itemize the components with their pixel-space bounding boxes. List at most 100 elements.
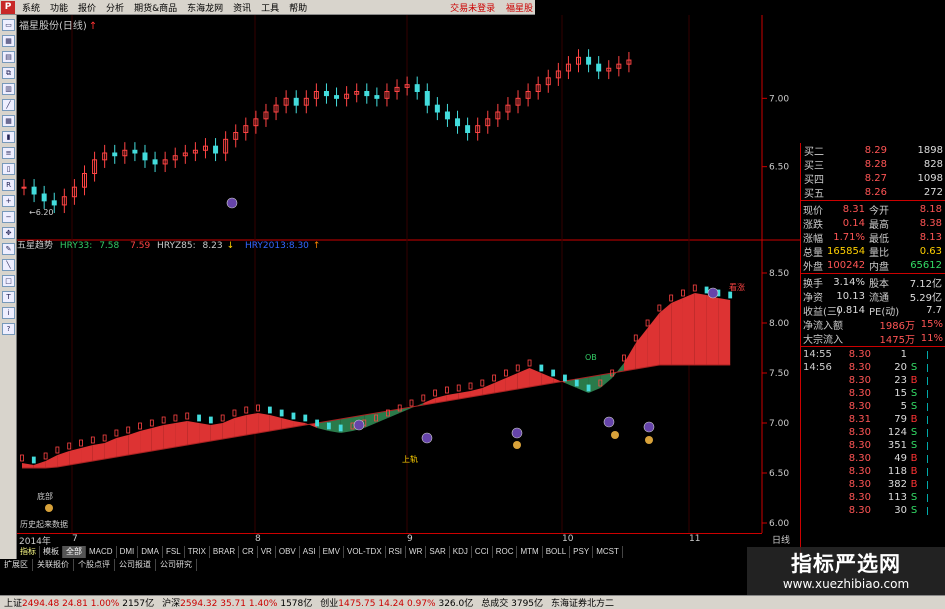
stat-row: 现价 8.31 今开 8.18 bbox=[801, 202, 945, 217]
table-icon[interactable]: ▦ bbox=[2, 115, 15, 127]
indicator-tab-0[interactable]: 指标 bbox=[17, 546, 40, 558]
indicator-tab-8[interactable]: BRAR bbox=[210, 546, 240, 558]
indicator-tab-23[interactable]: PSY bbox=[570, 546, 594, 558]
bottom-tab-0[interactable]: 扩展区 bbox=[0, 559, 33, 571]
menu-item-function[interactable]: 功能 bbox=[45, 1, 73, 14]
tick-side: S bbox=[910, 427, 918, 438]
window-icon[interactable]: ▭ bbox=[2, 19, 15, 31]
indicator-tab-13[interactable]: EMV bbox=[320, 546, 344, 558]
indicator-tab-15[interactable]: RSI bbox=[386, 546, 407, 558]
candle-body bbox=[444, 111, 450, 120]
flow-label: 净流入额 bbox=[803, 320, 843, 332]
indicator-candle bbox=[79, 439, 83, 447]
tick-volume: 351 bbox=[887, 440, 907, 451]
tick-row: 8.30 23 B bbox=[801, 374, 945, 387]
candle-icon[interactable]: ▯ bbox=[2, 163, 15, 175]
indicator-tab-11[interactable]: OBV bbox=[276, 546, 300, 558]
candle-body bbox=[414, 84, 420, 92]
pen-icon[interactable]: ✎ bbox=[2, 243, 15, 255]
flow-row: 净流入额 1986万 15% bbox=[801, 317, 945, 332]
layout-icon[interactable]: ▦ bbox=[2, 35, 15, 47]
menu-item-quote[interactable]: 报价 bbox=[73, 1, 101, 14]
tick-volume: 20 bbox=[894, 362, 907, 373]
bottom-tab-4[interactable]: 公司研究 bbox=[156, 559, 197, 571]
draw-icon[interactable]: ╲ bbox=[2, 259, 15, 271]
list-icon[interactable]: ≡ bbox=[2, 147, 15, 159]
line-icon[interactable]: ╱ bbox=[2, 99, 15, 111]
tick-bar bbox=[927, 467, 943, 476]
candle-body bbox=[596, 63, 602, 72]
indicator-axis-label: 8.00 bbox=[769, 319, 789, 329]
zoom-out-icon[interactable]: − bbox=[2, 211, 15, 223]
indicator-tab-5[interactable]: DMA bbox=[138, 546, 164, 558]
chart-icon[interactable]: ⧉ bbox=[2, 67, 15, 79]
indicator-tab-21[interactable]: MTM bbox=[517, 546, 543, 558]
menu-item-donghai[interactable]: 东海龙网 bbox=[182, 1, 228, 14]
tick-bar bbox=[927, 441, 943, 450]
rsi-icon[interactable]: R bbox=[2, 179, 15, 191]
zoom-in-icon[interactable]: + bbox=[2, 195, 15, 207]
bottom-tab-1[interactable]: 关联报价 bbox=[33, 559, 74, 571]
text-icon[interactable]: T bbox=[2, 291, 15, 303]
box-icon[interactable]: □ bbox=[2, 275, 15, 287]
flow-value: 1475万 bbox=[879, 334, 915, 346]
sh-index[interactable]: 上证2494.48 24.81 1.00% 2157亿 bbox=[0, 596, 158, 609]
indicator-tab-7[interactable]: TRIX bbox=[185, 546, 210, 558]
sz-index[interactable]: 沪深2594.32 35.71 1.40% 1578亿 bbox=[158, 596, 316, 609]
info-icon[interactable]: i bbox=[2, 307, 15, 319]
menu-item-futures[interactable]: 期货&商品 bbox=[129, 1, 182, 14]
indicator-candle bbox=[220, 414, 225, 422]
indicator-tab-20[interactable]: ROC bbox=[493, 546, 518, 558]
menu-item-help[interactable]: 帮助 bbox=[284, 1, 312, 14]
indicator-tab-18[interactable]: KDJ bbox=[450, 546, 472, 558]
indicator-candle bbox=[126, 426, 131, 434]
indicator-tab-9[interactable]: CR bbox=[239, 546, 258, 558]
indicator-candle bbox=[681, 289, 685, 297]
stock-name-label: 福星股份(日线) bbox=[19, 21, 87, 32]
indicator-tab-19[interactable]: CCI bbox=[472, 546, 493, 558]
indicator-candle bbox=[492, 374, 497, 382]
bottom-tab-2[interactable]: 个股点评 bbox=[74, 559, 115, 571]
indicator-tab-24[interactable]: MCST bbox=[593, 546, 623, 558]
bid-row[interactable]: 买五 8.26 272 bbox=[801, 185, 945, 200]
tick-volume: 113 bbox=[887, 492, 907, 503]
indicator-tab-16[interactable]: WR bbox=[406, 546, 427, 558]
chart-canvas[interactable]: 7.00 6.50 ←6.20 8.50 8.00 7.50 7.00 6.50 6.00 看涨 O… bbox=[17, 15, 800, 545]
bars-icon[interactable]: ▮ bbox=[2, 131, 15, 143]
indicator-tab-17[interactable]: SAR bbox=[426, 546, 450, 558]
indicator-candle bbox=[90, 436, 95, 444]
indicator-tab-12[interactable]: ASI bbox=[300, 546, 320, 558]
bid-row[interactable]: 买二 8.29 1898 bbox=[801, 143, 945, 158]
indicator-tab-3[interactable]: MACD bbox=[86, 546, 117, 558]
move-icon[interactable]: ✥ bbox=[2, 227, 15, 239]
trend-fill bbox=[269, 415, 282, 431]
menu-item-analysis[interactable]: 分析 bbox=[101, 1, 129, 14]
kline-icon[interactable]: ▥ bbox=[2, 83, 15, 95]
cy-index[interactable]: 创业1475.75 14.24 0.97% 326.0亿 bbox=[316, 596, 477, 609]
chart-area[interactable]: 7.00 6.50 ←6.20 8.50 8.00 7.50 7.00 6.50 6.00 看涨 O… bbox=[17, 15, 800, 545]
menu-item-system[interactable]: 系统 bbox=[17, 1, 45, 14]
indicator-candle bbox=[468, 382, 473, 390]
signal-face-icon bbox=[603, 416, 615, 428]
trade-login-status[interactable]: 交易未登录 bbox=[450, 4, 495, 14]
indicator-tab-10[interactable]: VR bbox=[258, 546, 276, 558]
help-icon[interactable]: ? bbox=[2, 323, 15, 335]
indicator-candle bbox=[563, 374, 567, 382]
indicator-tab-6[interactable]: FSL bbox=[163, 546, 185, 558]
menu-item-tools[interactable]: 工具 bbox=[256, 1, 284, 14]
bid-row[interactable]: 买三 8.28 828 bbox=[801, 157, 945, 172]
tick-price: 8.30 bbox=[848, 453, 871, 464]
menu-item-news[interactable]: 资讯 bbox=[228, 1, 256, 14]
stock-shortcut[interactable]: 福星股 bbox=[506, 4, 533, 14]
grid-icon[interactable]: ▤ bbox=[2, 51, 15, 63]
bid-row[interactable]: 买四 8.27 1098 bbox=[801, 171, 945, 186]
indicator-tab-4[interactable]: DMI bbox=[117, 546, 139, 558]
tick-side: B bbox=[910, 453, 918, 464]
period-label[interactable]: 日线 bbox=[762, 533, 800, 546]
signal-face-icon bbox=[353, 419, 365, 431]
bottom-tab-3[interactable]: 公司报道 bbox=[115, 559, 156, 571]
indicator-tab-1[interactable]: 模板 bbox=[40, 546, 63, 558]
indicator-tab-2[interactable]: 全部 bbox=[63, 546, 86, 558]
indicator-tab-22[interactable]: BOLL bbox=[543, 546, 571, 558]
indicator-tab-14[interactable]: VOL-TDX bbox=[344, 546, 386, 558]
